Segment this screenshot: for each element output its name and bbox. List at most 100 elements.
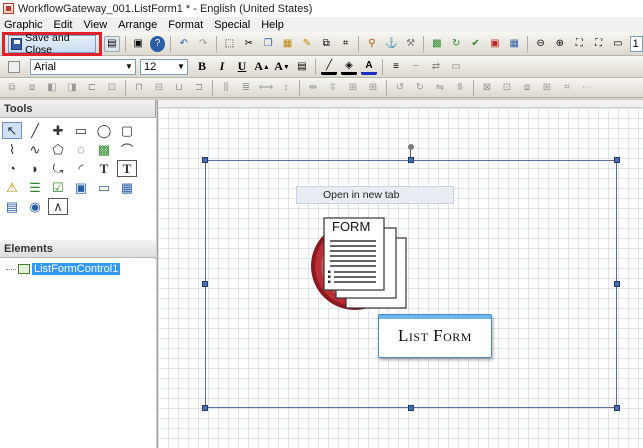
arc-tool-icon[interactable]: ⌒ (117, 141, 137, 158)
combo-tool-icon[interactable]: ▣ (71, 179, 91, 196)
grow-font-icon[interactable]: A ▲ (254, 59, 270, 75)
menu-arrange[interactable]: Arrange (114, 19, 164, 31)
freehand-tool-icon[interactable]: ∿ (25, 141, 45, 158)
save-and-close-button[interactable]: Save and Close (8, 32, 97, 56)
menu-special[interactable]: Special (210, 19, 257, 31)
text-tool-icon[interactable]: T (94, 160, 114, 177)
center-v-icon[interactable]: ⊞ (365, 80, 381, 96)
lock-icon[interactable]: ⊠ (479, 80, 495, 96)
flip-v-icon[interactable]: ⥮ (452, 80, 468, 96)
grid-icon[interactable]: ⊞ (539, 80, 555, 96)
transform-icon[interactable]: ⧉ (319, 36, 334, 52)
cross-tool-icon[interactable]: ✚ (48, 122, 68, 139)
button-tool-icon[interactable]: ▭ (94, 179, 114, 196)
space-v-icon[interactable]: ⇳ (325, 80, 341, 96)
align-center-icon[interactable]: ⊡ (104, 80, 120, 96)
shrink-font-icon[interactable]: A ▼ (274, 59, 290, 75)
help-icon[interactable]: ? (149, 35, 166, 52)
page-icon[interactable]: ▭ (610, 36, 625, 52)
menu-format[interactable]: Format (164, 19, 210, 31)
zoom-out-icon[interactable]: ⊖ (533, 36, 548, 52)
check-icon[interactable]: ✔ (468, 36, 483, 52)
align-top-icon[interactable]: ⊓ (131, 80, 147, 96)
resize-handle-s[interactable] (408, 405, 414, 411)
italic-icon[interactable]: I (214, 59, 230, 75)
copy-icon[interactable]: ❐ (261, 36, 276, 52)
zoom-input[interactable]: 1 (629, 35, 643, 52)
textbox-tool-icon[interactable]: T (117, 160, 137, 177)
menu-edit[interactable]: Edit (50, 19, 80, 31)
bezier-tool-icon[interactable]: ◜ (71, 160, 91, 177)
resize-handle-w[interactable] (202, 281, 208, 287)
context-menu-item[interactable]: Open in new tab (296, 186, 454, 204)
refresh-icon[interactable]: ↻ (449, 36, 464, 52)
design-grid[interactable]: Open in new tab FORM List Form (158, 108, 643, 448)
distribute-h-icon[interactable]: ⫼ (218, 80, 234, 96)
resize-handle-e[interactable] (614, 281, 620, 287)
line-ends-icon[interactable]: ⇄ (428, 59, 444, 75)
print-preview-icon[interactable]: ▣ (131, 36, 146, 52)
menu-help[interactable]: Help (257, 19, 291, 31)
cut-icon[interactable]: ✂ (241, 36, 256, 52)
calendar-icon[interactable]: ▦ (507, 36, 522, 52)
center-h-icon[interactable]: ⊞ (345, 80, 361, 96)
rotate-left-icon[interactable]: ↺ (392, 80, 408, 96)
same-width-icon[interactable]: ⟷ (258, 80, 274, 96)
line-tool-icon[interactable]: ╱ (25, 122, 45, 139)
snap-icon[interactable]: ⌗ (559, 80, 575, 96)
save-icon[interactable]: ▤ (104, 35, 120, 52)
rectangle-tool-icon[interactable]: ▭ (71, 122, 91, 139)
fill-color-icon[interactable]: ◈ (341, 59, 357, 75)
select-icon[interactable]: ⬚ (222, 36, 237, 52)
send-back-icon[interactable]: ◨ (64, 80, 80, 96)
anchor-icon[interactable]: ⚓ (384, 36, 399, 52)
tree-item[interactable]: ListFormControl1 (6, 263, 121, 275)
list-tool-icon[interactable]: ☰ (25, 179, 45, 196)
group-icon[interactable]: ⧉ (4, 80, 20, 96)
resize-handle-sw[interactable] (202, 405, 208, 411)
trend-tool-icon[interactable]: ∧ (48, 198, 68, 215)
polygon-tool-icon[interactable]: ⬠ (48, 141, 68, 158)
grid-tool-icon[interactable]: ▦ (117, 179, 137, 196)
bring-front-icon[interactable]: ◧ (44, 80, 60, 96)
rounded-rect-tool-icon[interactable]: ▢ (117, 122, 137, 139)
text-style-icon[interactable]: ▤ (294, 59, 310, 75)
resize-handle-se[interactable] (614, 405, 620, 411)
image-icon[interactable]: ▩ (429, 36, 444, 52)
flip-h-icon[interactable]: ⇋ (432, 80, 448, 96)
fit-icon[interactable]: ⛶ (572, 36, 587, 52)
font-color-icon[interactable]: A (361, 59, 377, 75)
tools-icon[interactable]: ⚒ (403, 36, 418, 52)
pointer-tool-icon[interactable]: ↖ (2, 122, 22, 139)
resize-handle-n[interactable] (408, 157, 414, 163)
font-size-select[interactable]: 12 ▼ (140, 58, 188, 75)
menu-view[interactable]: View (80, 19, 115, 31)
link-icon[interactable]: ⚲ (364, 36, 379, 52)
format-painter-icon[interactable]: ✎ (299, 36, 314, 52)
form-tool-icon[interactable]: ▤ (2, 198, 22, 215)
undo-icon[interactable]: ↶ (176, 36, 191, 52)
chord-tool-icon[interactable]: ◗ (25, 160, 45, 177)
resize-handle-nw[interactable] (202, 157, 208, 163)
align-middle-icon[interactable]: ⊟ (151, 80, 167, 96)
ellipse-tool-icon[interactable]: ◯ (94, 122, 114, 139)
align-left-icon[interactable]: ⊏ (84, 80, 100, 96)
crop-icon[interactable]: ⌗ (338, 36, 353, 52)
align-right-icon[interactable]: ⊐ (191, 80, 207, 96)
pie-tool-icon[interactable]: ◔ (2, 160, 22, 177)
menu-graphic[interactable]: Graphic (0, 19, 50, 31)
paste-icon[interactable]: ▦ (280, 36, 295, 52)
curved-line-tool-icon[interactable]: ⤿ (48, 160, 68, 177)
line-style-icon[interactable]: ┄ (408, 59, 424, 75)
unlock-icon[interactable]: ⊡ (499, 80, 515, 96)
same-height-icon[interactable]: ↕ (278, 80, 294, 96)
order-icon[interactable]: ⧈ (519, 80, 535, 96)
warning-tool-icon[interactable]: ⚠ (2, 179, 22, 196)
line-weight-icon[interactable]: ≡ (388, 59, 404, 75)
font-name-select[interactable]: Arial ▼ (30, 58, 136, 75)
curve-tool-icon[interactable]: ◌ (71, 141, 91, 158)
fit-width-icon[interactable]: ⛶ (591, 36, 606, 52)
checkbox-tool-icon[interactable]: ☑ (48, 179, 68, 196)
line-color-icon[interactable]: ╱ (321, 59, 337, 75)
more-icon[interactable]: ⋯ (579, 80, 595, 96)
